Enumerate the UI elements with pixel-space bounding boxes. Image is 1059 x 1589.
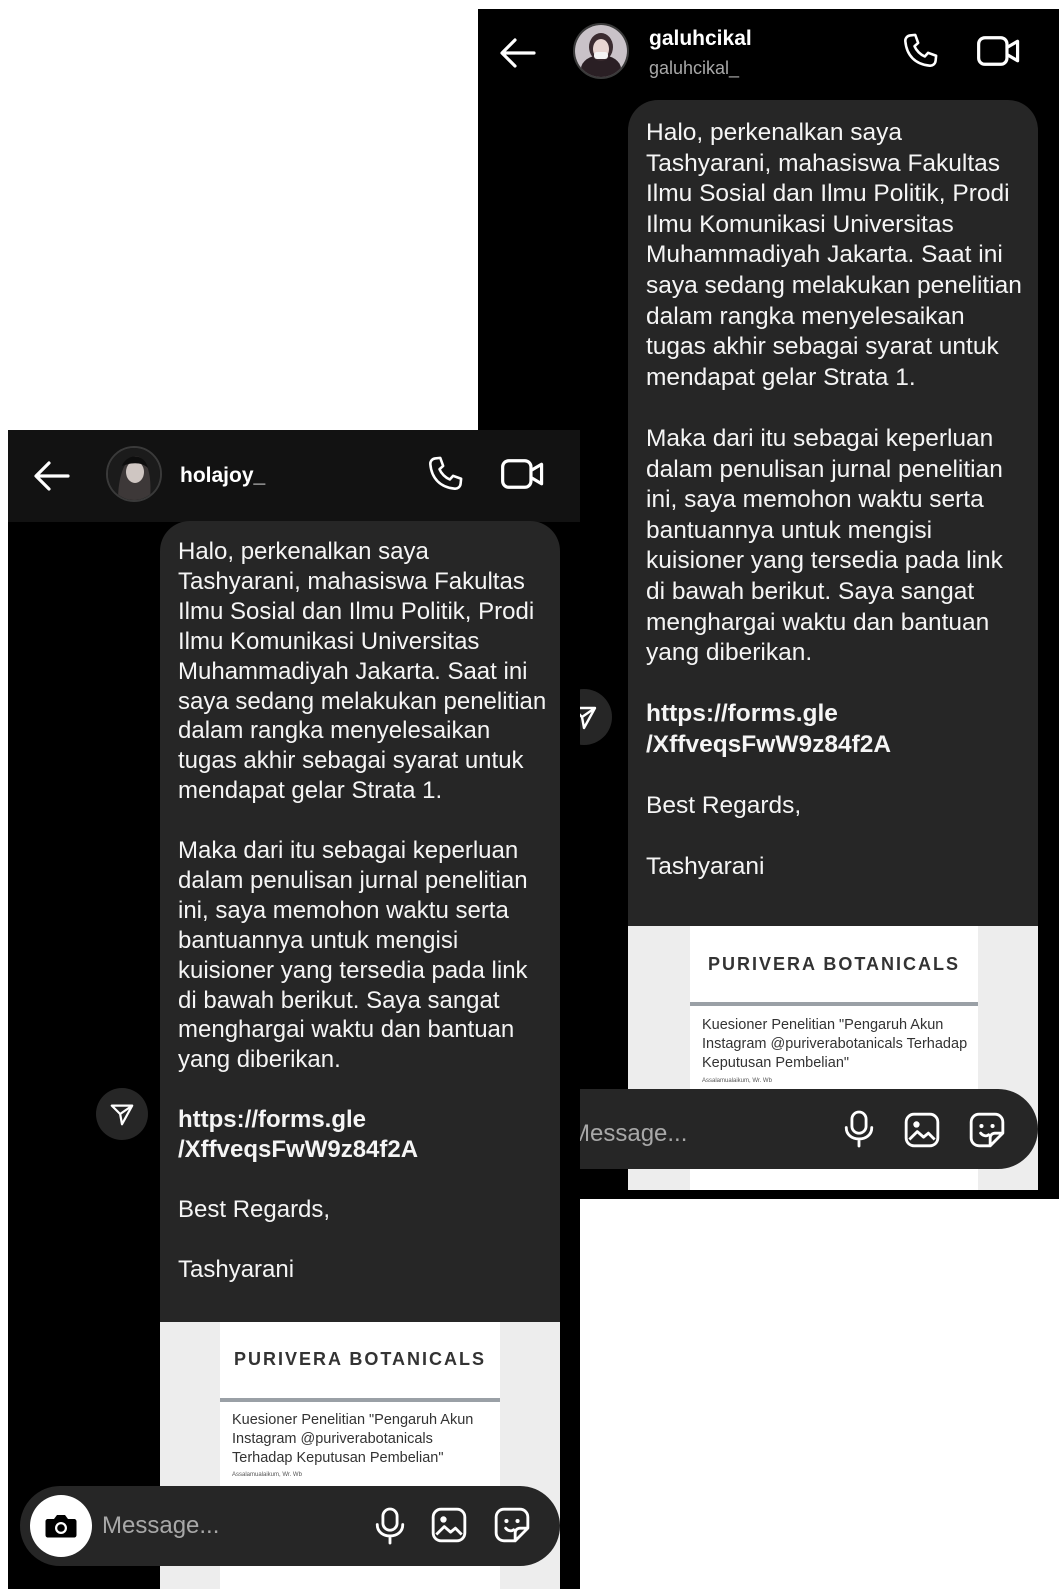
message-input[interactable]: Message... — [102, 1512, 219, 1540]
phone-icon[interactable] — [423, 452, 467, 496]
form-link-line[interactable]: /XffveqsFwW9z84f2A — [646, 731, 891, 758]
message-closing: Best Regards, — [178, 1195, 331, 1223]
chat-header: holajoy_ — [8, 430, 580, 522]
message-signature: Tashyarani — [178, 1255, 295, 1283]
chat-header: galuhcikal galuhcikal_ — [478, 9, 1059, 97]
microphone-icon[interactable] — [373, 1506, 407, 1546]
camera-icon — [45, 1515, 77, 1538]
form-link-line[interactable]: https://forms.gle — [178, 1106, 366, 1133]
back-arrow-icon[interactable] — [498, 37, 538, 69]
message-paragraph: Maka dari itu sebagai keperluan dalam pe… — [178, 837, 528, 1074]
message-bubble[interactable]: Halo, perkenalkan saya Tashyarani, mahas… — [628, 100, 1038, 1190]
preview-brand: PURIVERA BOTANICALS — [707, 954, 960, 974]
share-send-icon — [110, 1104, 134, 1126]
sticker-icon[interactable] — [968, 1111, 1006, 1149]
preview-title: Kuesioner Penelitian "Pengaruh Akun Inst… — [232, 1412, 474, 1466]
form-link-line[interactable]: /XffveqsFwW9z84f2A — [178, 1136, 418, 1163]
camera-button[interactable] — [30, 1495, 92, 1557]
microphone-icon[interactable] — [842, 1109, 876, 1149]
preview-greeting: Assalamualaikum, Wr. Wb — [702, 1078, 772, 1084]
message-composer[interactable]: Message... — [20, 1486, 560, 1566]
sticker-icon[interactable] — [493, 1506, 531, 1544]
avatar[interactable] — [573, 23, 629, 79]
preview-header-card: PURIVERA BOTANICALS — [220, 1322, 500, 1402]
chat-screen-holajoy: holajoy_ Halo, perkenalkan saya Tashyara… — [8, 430, 580, 1589]
form-link-line[interactable]: https://forms.gle — [646, 700, 838, 727]
message-text: Halo, perkenalkan saya Tashyarani, mahas… — [178, 537, 550, 1285]
message-bubble[interactable]: Halo, perkenalkan saya Tashyarani, mahas… — [160, 521, 560, 1589]
preview-header-card: PURIVERA BOTANICALS — [690, 926, 978, 1006]
preview-greeting: Assalamualaikum, Wr. Wb — [232, 1472, 302, 1478]
share-button[interactable] — [96, 1088, 148, 1140]
chat-username[interactable]: holajoy_ — [180, 464, 265, 488]
gallery-icon[interactable] — [430, 1506, 468, 1544]
message-paragraph: Halo, perkenalkan saya Tashyarani, mahas… — [178, 538, 547, 805]
phone-icon[interactable] — [898, 29, 942, 73]
preview-title: Kuesioner Penelitian "Pengaruh Akun Inst… — [702, 1017, 968, 1071]
message-text: Halo, perkenalkan saya Tashyarani, mahas… — [646, 118, 1024, 883]
message-paragraph: Halo, perkenalkan saya Tashyarani, mahas… — [646, 119, 1022, 391]
message-signature: Tashyarani — [646, 853, 765, 881]
chat-username[interactable]: galuhcikal — [649, 27, 752, 51]
message-input[interactable]: Message... — [570, 1120, 687, 1148]
preview-brand: PURIVERA BOTANICALS — [233, 1349, 486, 1369]
chat-handle: galuhcikal_ — [649, 58, 740, 78]
video-call-icon[interactable] — [976, 31, 1022, 71]
form-link[interactable]: https://forms.gle/XffveqsFwW9z84f2A — [178, 1105, 550, 1165]
form-link[interactable]: https://forms.gle/XffveqsFwW9z84f2A — [646, 699, 1024, 760]
back-arrow-icon[interactable] — [32, 460, 72, 492]
message-closing: Best Regards, — [646, 792, 802, 820]
video-call-icon[interactable] — [500, 454, 546, 494]
gallery-icon[interactable] — [903, 1111, 941, 1149]
message-paragraph: Maka dari itu sebagai keperluan dalam pe… — [646, 424, 1003, 667]
avatar[interactable] — [106, 446, 162, 502]
